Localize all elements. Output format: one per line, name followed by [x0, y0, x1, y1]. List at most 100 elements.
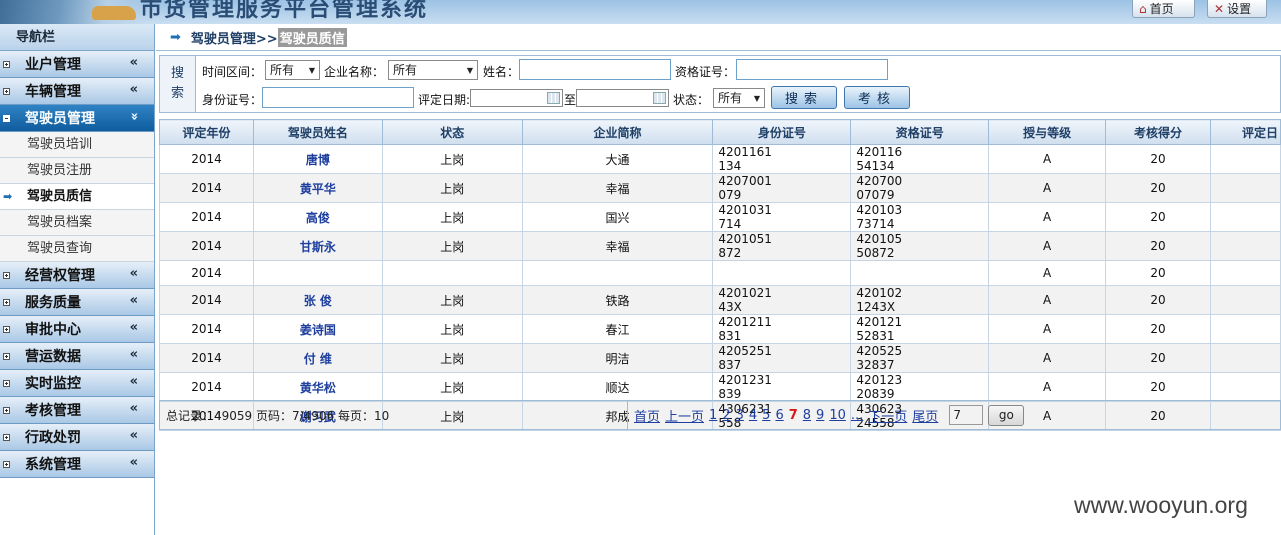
- cell-driver-name[interactable]: 张 俊: [252, 285, 383, 315]
- table-row[interactable]: 2014 黄平华 上岗 幸福 4207001079 42070007079 A 20: [159, 173, 1281, 203]
- cell-grade: A: [988, 173, 1107, 203]
- menu-drivers[interactable]: 驾驶员管理 »: [0, 105, 154, 132]
- page-link[interactable]: 1: [709, 408, 717, 423]
- search-button[interactable]: 搜索: [771, 86, 837, 109]
- company-select[interactable]: 所有: [388, 60, 478, 80]
- menu-operation-data[interactable]: 营运数据 «: [0, 343, 154, 370]
- date-to-input[interactable]: [576, 89, 669, 107]
- column-header-year[interactable]: 评定年份: [159, 119, 254, 145]
- table-row[interactable]: 2014 付 维上岗 明洁 4205251837 42052532837 A 20: [159, 343, 1281, 373]
- assess-button[interactable]: 考核: [844, 86, 910, 109]
- table-row[interactable]: 2014 A 20: [159, 260, 1281, 286]
- calendar-icon[interactable]: [547, 92, 560, 104]
- page-link[interactable]: 7: [789, 408, 798, 423]
- cell-driver-name[interactable]: 黄华松: [252, 372, 383, 402]
- cell-year: 2014: [159, 202, 254, 232]
- cell-id-number-suffix: 134: [718, 159, 742, 173]
- status-select[interactable]: 所有: [713, 88, 765, 108]
- page-link[interactable]: 3: [736, 408, 744, 423]
- page-link[interactable]: ...: [851, 408, 863, 423]
- name-input[interactable]: [519, 59, 671, 80]
- cell-status: 上岗: [381, 372, 523, 402]
- page-link[interactable]: 6: [775, 408, 783, 423]
- page-link[interactable]: 8: [803, 408, 811, 423]
- cell-driver-name[interactable]: 姜诗国: [252, 314, 383, 344]
- first-page-link[interactable]: 首页: [634, 406, 660, 425]
- menu-system[interactable]: 系统管理 «: [0, 451, 154, 478]
- page-link[interactable]: 4: [749, 408, 757, 423]
- sidebar-item-driver-archive[interactable]: 驾驶员档案: [0, 210, 154, 236]
- menu-operating-rights[interactable]: 经营权管理 «: [0, 262, 154, 289]
- column-header-id-number[interactable]: 身份证号: [712, 119, 852, 145]
- cell-grade: A: [988, 372, 1107, 402]
- table-row[interactable]: 2014 高俊 上岗 国兴 4201031714 42010373714 A 20: [159, 202, 1281, 232]
- menu-label: 行政处罚: [25, 430, 81, 446]
- column-header-score[interactable]: 考核得分: [1105, 119, 1211, 145]
- id-number-input[interactable]: [262, 87, 414, 108]
- page-link[interactable]: 5: [762, 408, 770, 423]
- menu-label: 驾驶员管理: [25, 111, 95, 127]
- table-row[interactable]: 2014 姜诗国 上岗 春江 4201211831 42012152831 A 20: [159, 314, 1281, 344]
- cell-qualification-suffix: 1243X: [856, 300, 896, 314]
- cell-driver-name[interactable]: 黄平华: [252, 173, 383, 203]
- date-from-input[interactable]: [470, 89, 563, 107]
- cell-driver-name[interactable]: 付 维: [252, 343, 383, 373]
- column-header-qualification[interactable]: 资格证号: [850, 119, 990, 145]
- cell-id-number: 4201031714: [712, 202, 852, 232]
- cell-qualification-prefix: 420123: [856, 373, 903, 387]
- cell-qualification-suffix: 32837: [856, 358, 895, 372]
- cell-driver-name[interactable]: 唐博: [252, 144, 383, 174]
- period-select[interactable]: 所有: [265, 60, 320, 80]
- page-link[interactable]: 10: [829, 408, 846, 423]
- cell-qualification: [850, 260, 990, 286]
- menu-approval-center[interactable]: 审批中心 «: [0, 316, 154, 343]
- cell-qualification: 42010373714: [850, 202, 990, 232]
- qualification-input[interactable]: [736, 59, 888, 80]
- cell-score: 20: [1105, 314, 1211, 344]
- table-row[interactable]: 2014 黄华松 上岗 顺达 4201231839 42012320839 A 20: [159, 372, 1281, 402]
- menu-service-quality[interactable]: 服务质量 «: [0, 289, 154, 316]
- table-row[interactable]: 2014 张 俊上岗 铁路 420102143X 4201021243X A 20: [159, 285, 1281, 315]
- sidebar-item-driver-registration[interactable]: 驾驶员注册: [0, 158, 154, 184]
- cell-year: 2014: [159, 173, 254, 203]
- cell-grade: A: [988, 144, 1107, 174]
- menu-assessment[interactable]: 考核管理 «: [0, 397, 154, 424]
- cell-driver-name[interactable]: 高俊: [252, 202, 383, 232]
- page-link[interactable]: 9: [816, 408, 824, 423]
- cell-company: 幸福: [521, 231, 714, 261]
- next-page-link[interactable]: 下一页: [868, 406, 907, 425]
- menu-business-owners[interactable]: 业户管理 «: [0, 51, 154, 78]
- table-row[interactable]: 2014 唐博 上岗 大通 4201161134 42011654134 A 20: [159, 144, 1281, 174]
- menu-vehicles[interactable]: 车辆管理 «: [0, 78, 154, 105]
- cell-assess-date: [1209, 372, 1281, 402]
- breadcrumb-parent[interactable]: 驾驶员管理>>: [191, 28, 278, 47]
- sidebar-item-driver-credit[interactable]: ➡ 驾驶员质信: [0, 184, 154, 210]
- cell-company: 顺达: [521, 372, 714, 402]
- column-header-assess-date[interactable]: 评定日: [1209, 119, 1281, 145]
- home-button[interactable]: ⌂ 首页: [1132, 0, 1195, 18]
- settings-button[interactable]: ✕ 设置: [1207, 0, 1267, 18]
- cell-driver-name[interactable]: 甘斯永: [252, 231, 383, 261]
- go-button[interactable]: go: [988, 404, 1025, 426]
- menu-penalties[interactable]: 行政处罚 «: [0, 424, 154, 451]
- calendar-icon[interactable]: [653, 92, 666, 104]
- cell-driver-name[interactable]: [252, 260, 383, 286]
- column-header-company[interactable]: 企业简称: [521, 119, 714, 145]
- page-link[interactable]: 2: [722, 408, 730, 423]
- sidebar-item-driver-training[interactable]: 驾驶员培训: [0, 132, 154, 158]
- home-label: 首页: [1149, 2, 1174, 16]
- table-row[interactable]: 2014 甘斯永 上岗 幸福 4201051872 42010550872 A 20: [159, 231, 1281, 261]
- column-header-status[interactable]: 状态: [381, 119, 523, 145]
- cell-qualification-prefix: 420105: [856, 232, 903, 246]
- page-jump-input[interactable]: 7: [949, 405, 984, 425]
- column-header-driver-name[interactable]: 驾驶员姓名: [252, 119, 383, 145]
- column-header-grade[interactable]: 授与等级: [988, 119, 1107, 145]
- expand-icon: [3, 352, 10, 360]
- last-page-link[interactable]: 尾页: [912, 406, 938, 425]
- sidebar-item-driver-query[interactable]: 驾驶员查询: [0, 236, 154, 262]
- chevron-left-icon: «: [129, 55, 138, 70]
- prev-page-link[interactable]: 上一页: [665, 406, 704, 425]
- chevron-left-icon: «: [129, 347, 138, 362]
- menu-realtime-monitor[interactable]: 实时监控 «: [0, 370, 154, 397]
- menu-label: 审批中心: [25, 322, 81, 338]
